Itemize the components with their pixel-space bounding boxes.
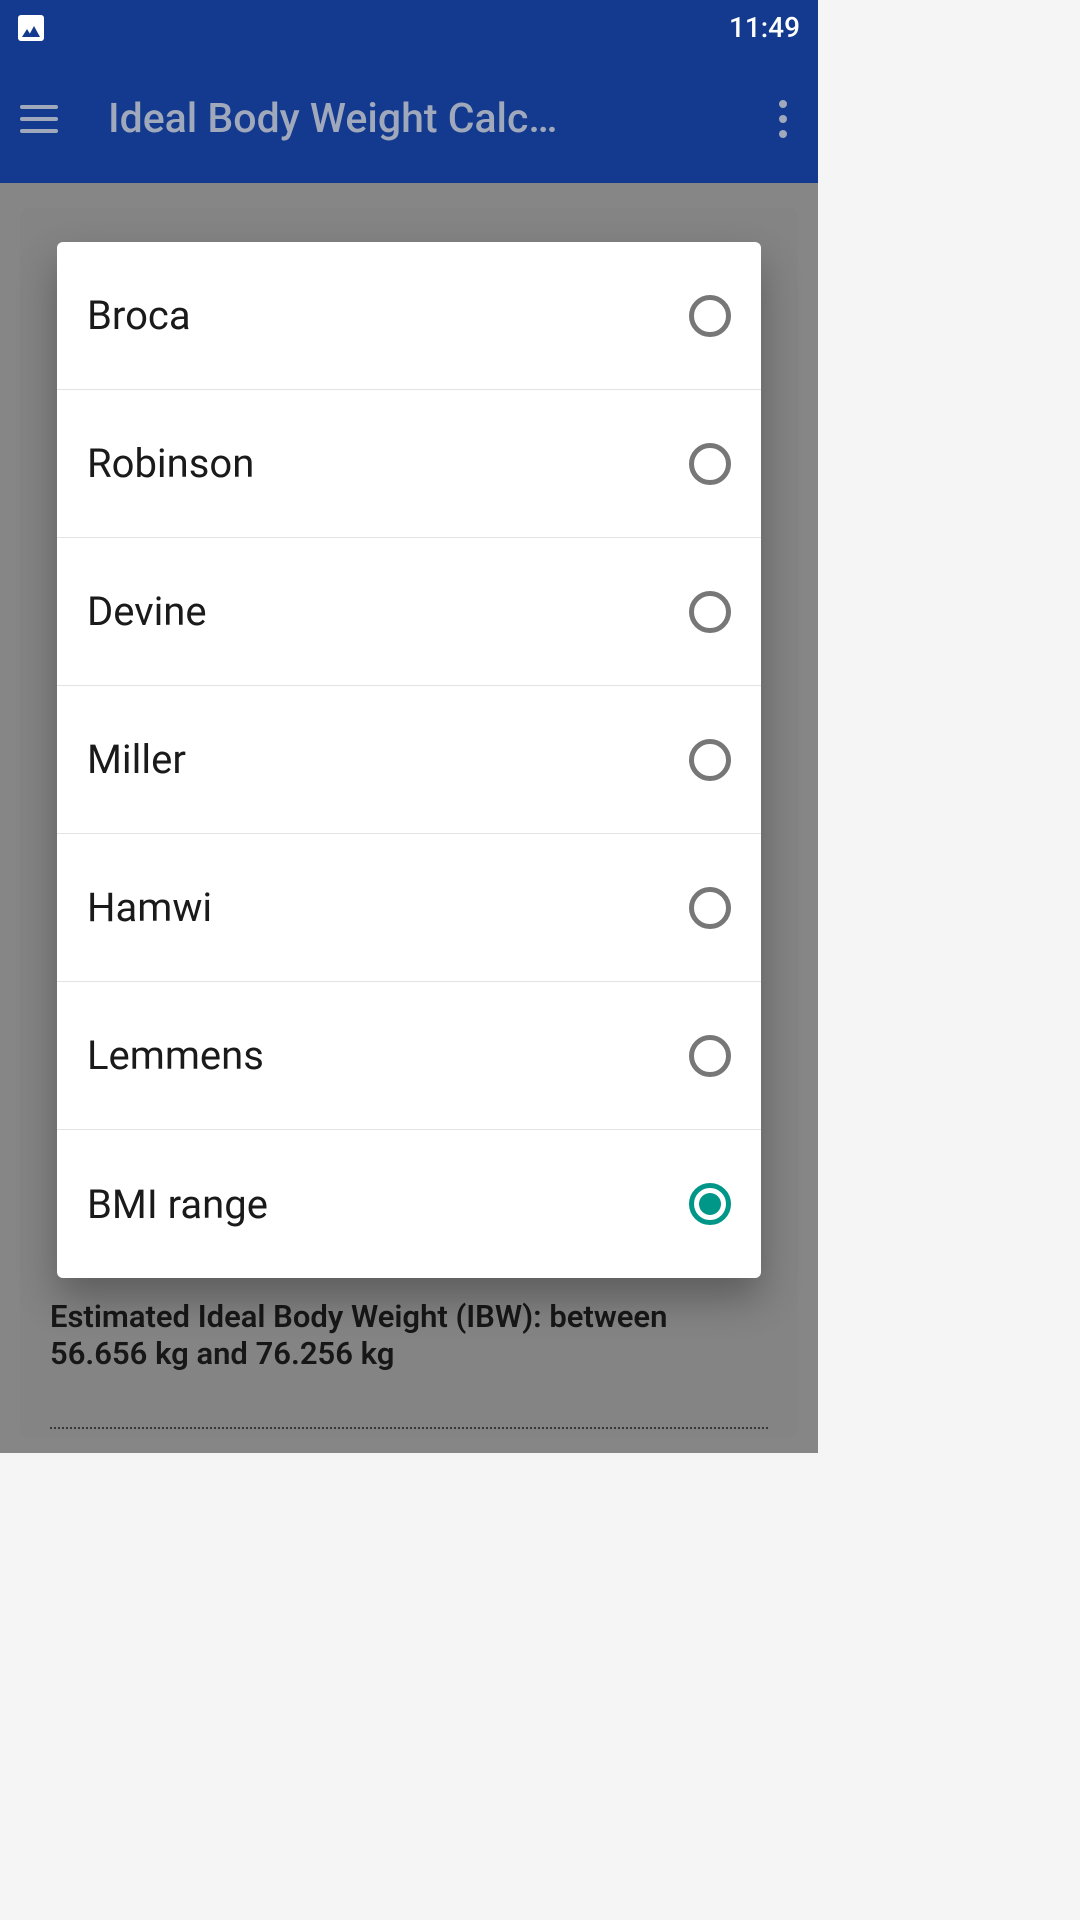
radio-icon [689, 443, 731, 485]
radio-icon [689, 739, 731, 781]
dialog-option-broca[interactable]: Broca [57, 242, 761, 390]
radio-icon [689, 591, 731, 633]
image-notification-icon [18, 15, 44, 41]
radio-selected-icon [689, 1183, 731, 1225]
dialog-option-label: Devine [87, 588, 207, 635]
dialog-option-hamwi[interactable]: Hamwi [57, 834, 761, 982]
dialog-option-label: BMI range [87, 1181, 268, 1228]
dialog-option-label: Hamwi [87, 884, 212, 931]
status-bar: 11:49 [0, 0, 818, 55]
radio-icon [689, 1035, 731, 1077]
dialog-option-devine[interactable]: Devine [57, 538, 761, 686]
dialog-option-label: Broca [87, 292, 191, 339]
dialog-option-label: Robinson [87, 440, 254, 487]
hamburger-menu-icon[interactable] [20, 105, 58, 133]
dialog-option-miller[interactable]: Miller [57, 686, 761, 834]
formula-selection-dialog: Broca Robinson Devine Miller Hamwi Lemme… [57, 242, 761, 1278]
more-vertical-icon[interactable] [768, 100, 798, 138]
dialog-option-bmi-range[interactable]: BMI range [57, 1130, 761, 1278]
status-time: 11:49 [729, 11, 800, 44]
dialog-option-lemmens[interactable]: Lemmens [57, 982, 761, 1130]
radio-icon [689, 295, 731, 337]
app-title: Ideal Body Weight Calc… [108, 95, 748, 143]
radio-icon [689, 887, 731, 929]
dialog-option-label: Lemmens [87, 1032, 264, 1079]
app-bar: Ideal Body Weight Calc… [0, 55, 818, 183]
dialog-option-robinson[interactable]: Robinson [57, 390, 761, 538]
dialog-option-label: Miller [87, 736, 186, 783]
